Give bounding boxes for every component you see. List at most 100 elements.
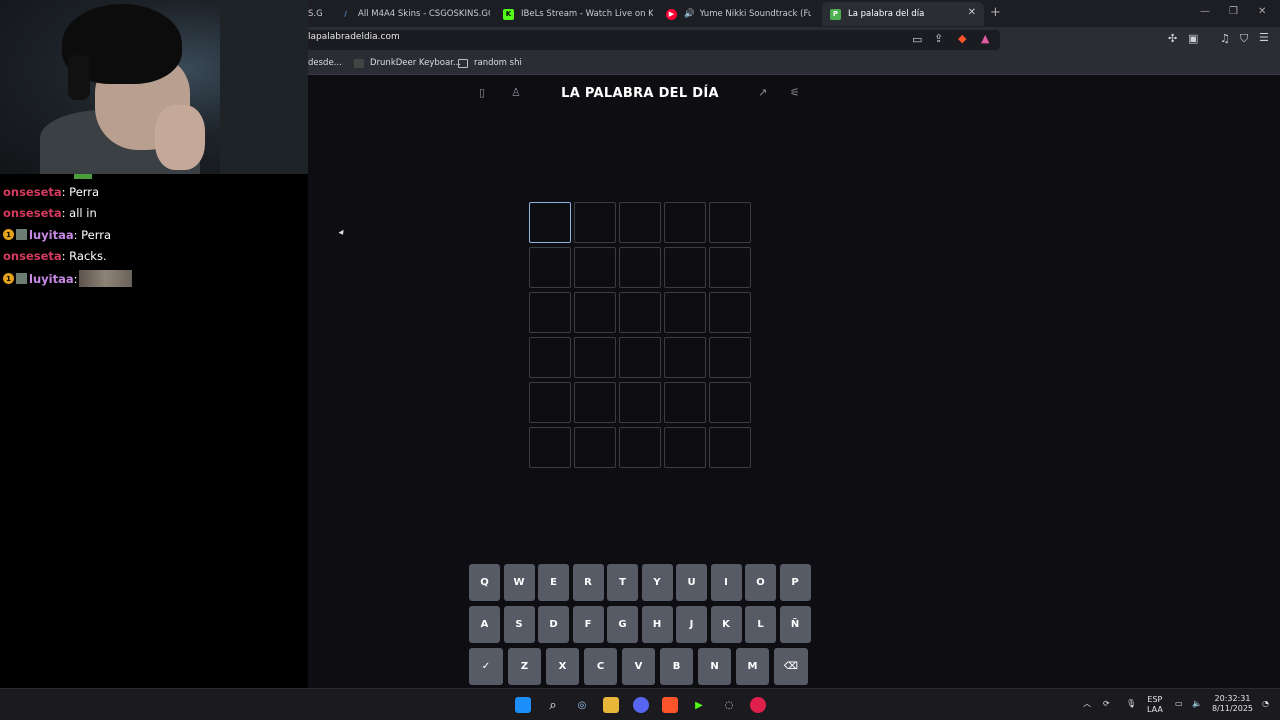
share-icon[interactable]: ⇪ xyxy=(934,32,943,45)
vpn-icon[interactable]: ⛉ xyxy=(1240,32,1248,46)
grid-cell[interactable] xyxy=(709,427,751,468)
grid-cell[interactable] xyxy=(709,292,751,333)
grid-cell[interactable] xyxy=(664,427,706,468)
grid-cell[interactable] xyxy=(664,247,706,288)
audio-playing-icon[interactable]: 🔊 xyxy=(684,9,695,19)
key-t[interactable]: T xyxy=(607,564,638,601)
clock[interactable]: 20:32:31 8/11/2025 xyxy=(1212,694,1253,714)
grid-cell[interactable] xyxy=(619,427,661,468)
backspace-key[interactable]: ⌫ xyxy=(774,648,808,685)
grid-cell[interactable] xyxy=(529,247,571,288)
key-p[interactable]: P xyxy=(779,564,811,601)
grid-cell[interactable] xyxy=(664,202,706,243)
grid-cell[interactable] xyxy=(664,292,706,333)
chat-username[interactable]: luyitaa xyxy=(29,228,74,242)
grid-cell[interactable] xyxy=(619,382,661,423)
grid-cell[interactable] xyxy=(619,247,661,288)
cast-icon[interactable]: ▭ xyxy=(912,33,922,46)
media-player-icon[interactable] xyxy=(750,697,766,713)
close-tab-icon[interactable]: ✕ xyxy=(968,7,976,18)
close-window-icon[interactable]: ✕ xyxy=(1258,6,1266,17)
grid-cell[interactable] xyxy=(574,202,616,243)
stats-icon[interactable]: ↗ xyxy=(758,86,767,99)
grid-cell[interactable] xyxy=(709,382,751,423)
tab-1[interactable]: S.G xyxy=(308,2,326,26)
file-explorer-icon[interactable] xyxy=(603,697,619,713)
key-h[interactable]: H xyxy=(641,606,673,643)
network-icon[interactable]: ▭ xyxy=(1175,699,1183,709)
music-icon[interactable]: ♫ xyxy=(1220,32,1230,45)
key-e[interactable]: E xyxy=(538,564,569,601)
key-q[interactable]: Q xyxy=(469,564,500,601)
windows-start-icon[interactable] xyxy=(515,697,531,713)
key-f[interactable]: F xyxy=(572,606,604,643)
key-d[interactable]: D xyxy=(538,606,569,643)
grid-cell[interactable] xyxy=(574,337,616,378)
obs-icon[interactable]: ◌ xyxy=(721,697,737,713)
sync-icon[interactable]: ⟳ xyxy=(1103,699,1110,709)
grid-cell[interactable] xyxy=(664,337,706,378)
volume-icon[interactable]: 🔈 xyxy=(1192,699,1202,709)
chat-username[interactable]: onseseta xyxy=(3,249,62,263)
mic-icon[interactable]: 🎙 xyxy=(1126,699,1136,709)
settings-icon[interactable]: ⚟ xyxy=(790,86,800,99)
tab-3[interactable]: K IBeLs Stream - Watch Live on Kick xyxy=(503,2,653,26)
key-k[interactable]: K xyxy=(710,606,742,643)
key-c[interactable]: C xyxy=(584,648,617,685)
brave-icon[interactable] xyxy=(662,697,678,713)
bookmark-random-shi[interactable]: random shi xyxy=(458,58,522,68)
key-n[interactable]: N xyxy=(698,648,731,685)
bookmark-desde[interactable]: desde... xyxy=(308,58,342,68)
minimize-icon[interactable]: — xyxy=(1200,6,1210,17)
grid-cell[interactable] xyxy=(664,382,706,423)
key-s[interactable]: S xyxy=(503,606,535,643)
key-l[interactable]: L xyxy=(745,606,776,643)
wallet-icon[interactable]: ▣ xyxy=(1188,32,1198,45)
bookmark-drunkdeer[interactable]: DrunkDeer Keyboar... xyxy=(354,58,461,68)
grid-cell[interactable] xyxy=(529,427,571,468)
key-g[interactable]: G xyxy=(607,606,638,643)
search-icon[interactable]: ⌕ xyxy=(545,697,561,713)
key-b[interactable]: B xyxy=(660,648,693,685)
chat-username[interactable]: onseseta xyxy=(3,185,62,199)
key-u[interactable]: U xyxy=(676,564,707,601)
key-j[interactable]: J xyxy=(676,606,707,643)
chat-username[interactable]: luyitaa xyxy=(29,272,74,286)
grid-cell[interactable] xyxy=(529,202,571,243)
grid-cell[interactable] xyxy=(619,202,661,243)
key-o[interactable]: O xyxy=(745,564,776,601)
grid-cell[interactable] xyxy=(709,247,751,288)
key-m[interactable]: M xyxy=(736,648,769,685)
new-tab-button[interactable]: + xyxy=(990,5,1001,20)
tab-2[interactable]: / All M4A4 Skins - CSGOSKINS.GG xyxy=(340,2,490,26)
grid-cell[interactable] xyxy=(574,247,616,288)
grid-cell[interactable] xyxy=(529,382,571,423)
notifications-icon[interactable]: ◔ xyxy=(1262,699,1269,709)
grid-cell[interactable] xyxy=(574,382,616,423)
brave-shields-icon[interactable]: ◆ xyxy=(958,32,966,45)
brave-rewards-icon[interactable]: ▲ xyxy=(981,32,989,45)
key-z[interactable]: Z xyxy=(508,648,541,685)
maximize-icon[interactable]: ❐ xyxy=(1229,6,1238,17)
key-y[interactable]: Y xyxy=(641,564,673,601)
chat-username[interactable]: onseseta xyxy=(3,206,62,220)
grid-cell[interactable] xyxy=(619,292,661,333)
extensions-icon[interactable]: ✣ xyxy=(1168,32,1177,45)
grid-cell[interactable] xyxy=(529,292,571,333)
discord-icon[interactable] xyxy=(633,697,649,713)
menu-icon[interactable]: ☰ xyxy=(1259,31,1269,44)
language-indicator[interactable]: ESP LAA xyxy=(1147,695,1163,715)
key-v[interactable]: V xyxy=(622,648,655,685)
key-r[interactable]: R xyxy=(572,564,604,601)
key-i[interactable]: I xyxy=(710,564,742,601)
key-w[interactable]: W xyxy=(503,564,535,601)
tab-5-active[interactable]: P La palabra del día ✕ xyxy=(822,2,984,26)
grid-cell[interactable] xyxy=(574,427,616,468)
grid-cell[interactable] xyxy=(529,337,571,378)
enter-key[interactable]: ✓ xyxy=(469,648,503,685)
key-ñ[interactable]: Ñ xyxy=(779,606,811,643)
grid-cell[interactable] xyxy=(709,337,751,378)
steam-icon[interactable]: ◎ xyxy=(574,697,590,713)
grid-cell[interactable] xyxy=(619,337,661,378)
grid-cell[interactable] xyxy=(574,292,616,333)
